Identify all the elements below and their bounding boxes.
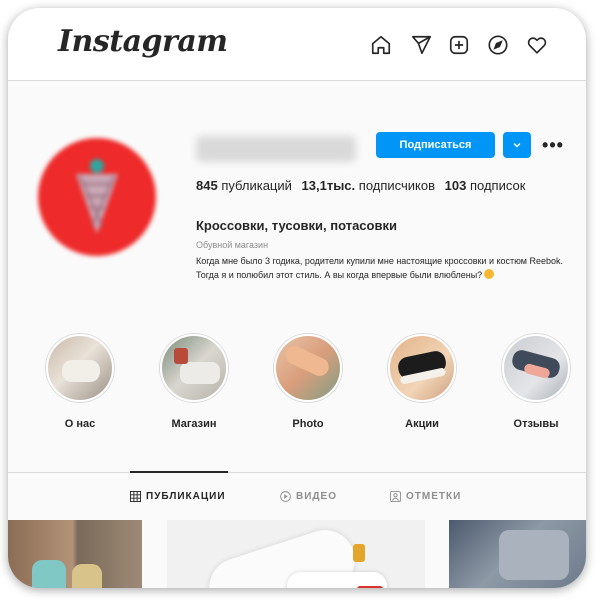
highlight-shop-image [160, 334, 228, 402]
highlight-reviews-label: Отзывы [513, 418, 559, 430]
suggested-dropdown-button[interactable] [503, 132, 531, 158]
top-nav-bar: Instagram [8, 8, 586, 81]
new-post-icon[interactable] [448, 34, 470, 56]
highlight-shop[interactable]: Магазин [156, 334, 232, 430]
chevron-down-icon [513, 143, 521, 148]
highlight-photo-label: Photo [292, 418, 324, 430]
following-stat[interactable]: 103 подписок [445, 178, 526, 193]
activity-heart-icon[interactable] [526, 34, 548, 56]
tab-posts[interactable]: ПУБЛИКАЦИИ [130, 491, 226, 502]
tab-tagged[interactable]: ОТМЕТКИ [390, 491, 461, 502]
highlight-sales-label: Акции [405, 418, 439, 430]
post-thumbnail[interactable] [167, 520, 425, 588]
tagged-icon [390, 491, 401, 502]
highlight-photo[interactable]: Photo [270, 334, 346, 430]
follow-button[interactable]: Подписаться [376, 132, 495, 158]
explore-icon[interactable] [487, 34, 509, 56]
smile-emoji-icon [484, 269, 495, 279]
home-icon[interactable] [370, 34, 392, 56]
profile-category: Обувной магазин [196, 240, 269, 250]
post-thumbnail[interactable] [8, 520, 142, 588]
followers-stat[interactable]: 13,1тыс. подписчиков [302, 178, 435, 193]
highlight-about-label: О нас [64, 418, 96, 430]
highlight-about[interactable]: О нас [42, 334, 118, 430]
tab-video[interactable]: ВИДЕО [280, 491, 337, 502]
grid-icon [130, 491, 141, 502]
more-options-button[interactable]: ••• [541, 132, 565, 158]
direct-icon[interactable] [410, 34, 432, 56]
username-blurred [196, 136, 356, 162]
highlight-about-image [46, 334, 114, 402]
highlight-reviews[interactable]: Отзывы [498, 334, 574, 430]
active-tab-indicator [130, 471, 228, 473]
highlight-reviews-image [502, 334, 570, 402]
profile-avatar[interactable] [38, 138, 156, 256]
instagram-profile-window: Instagram Подписаться ••• 845 публикаций… [8, 8, 586, 588]
highlight-shop-label: Магазин [171, 418, 217, 430]
profile-stats: 845 публикаций 13,1тыс. подписчиков 103 … [196, 178, 525, 193]
profile-display-name: Кроссовки, тусовки, потасовки [196, 218, 397, 233]
ice-cream-logo-icon [76, 159, 118, 234]
tabs-divider [8, 472, 586, 473]
instagram-logo[interactable]: Instagram [58, 24, 228, 59]
post-thumbnail[interactable] [449, 520, 586, 588]
profile-bio-text: Когда мне было 3 годика, родители купили… [196, 256, 563, 280]
highlight-photo-image [274, 334, 342, 402]
video-icon [280, 491, 291, 502]
highlight-sales-image [388, 334, 456, 402]
highlight-sales[interactable]: Акции [384, 334, 460, 430]
more-dots-icon: ••• [542, 134, 564, 155]
posts-stat: 845 публикаций [196, 178, 292, 193]
